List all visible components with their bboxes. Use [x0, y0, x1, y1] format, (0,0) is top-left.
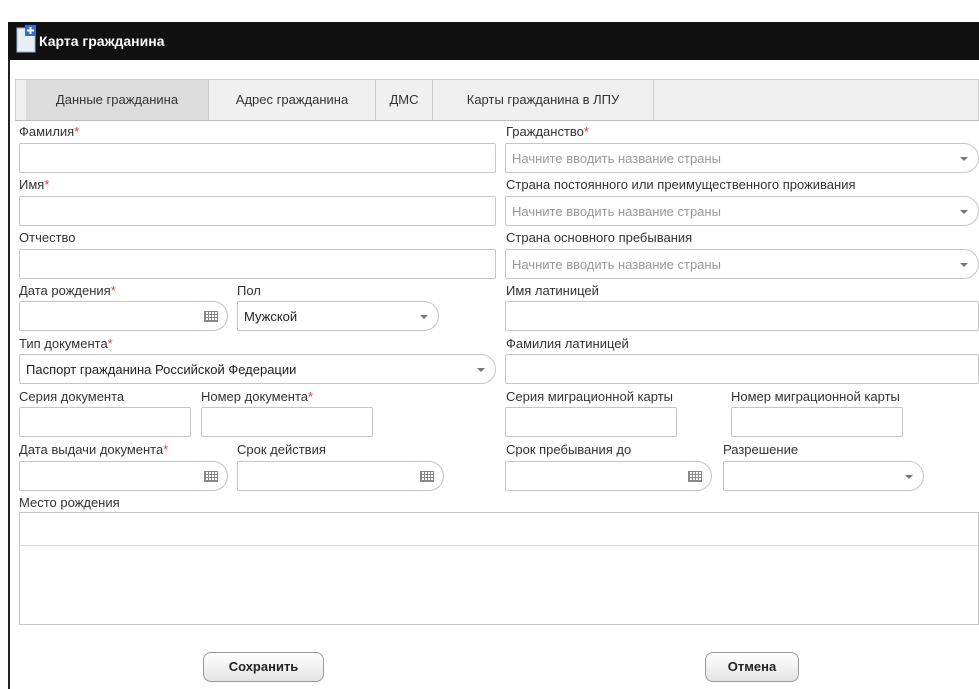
stay-until-input[interactable] — [505, 461, 683, 491]
latin-name-label: Имя латиницей — [506, 283, 599, 298]
chevron-down-icon — [960, 263, 968, 267]
latin-surname-input[interactable] — [505, 354, 979, 384]
chevron-down-icon — [477, 368, 485, 372]
permit-select[interactable] — [723, 461, 924, 491]
birth-date-input[interactable] — [19, 301, 199, 331]
doc-number-input[interactable] — [201, 407, 373, 437]
sex-select[interactable]: Мужской — [237, 301, 439, 331]
migration-number-label: Номер миграционной карты — [731, 389, 900, 404]
patronymic-input[interactable] — [19, 249, 496, 279]
tab-citizen-data[interactable]: Данные гражданина — [26, 80, 209, 120]
calendar-icon — [204, 471, 218, 482]
doc-issue-date-label: Дата выдачи документа* — [19, 442, 169, 457]
surname-input[interactable] — [19, 143, 496, 173]
stay-until-label: Срок пребывания до — [506, 442, 632, 457]
doc-series-input[interactable] — [19, 407, 191, 437]
doc-number-label: Номер документа* — [201, 389, 314, 404]
stay-country-label: Страна основного пребывания — [506, 230, 693, 245]
tab-citizen-cards[interactable]: Карты гражданина в ЛПУ — [433, 80, 654, 120]
chevron-down-icon — [905, 475, 913, 479]
latin-surname-label: Фамилия латиницей — [506, 336, 629, 351]
birth-date-calendar-button[interactable] — [198, 301, 228, 331]
calendar-icon — [204, 311, 218, 322]
tab-bar: Данные гражданина Адрес гражданина ДМС К… — [15, 79, 979, 121]
migration-series-input[interactable] — [505, 407, 677, 437]
patronymic-label: Отчество — [19, 230, 76, 245]
chevron-down-icon — [960, 157, 968, 161]
doc-issue-date-input[interactable] — [19, 461, 199, 491]
birth-date-label: Дата рождения* — [19, 283, 116, 298]
sex-label: Пол — [237, 283, 261, 298]
calendar-icon — [688, 471, 702, 482]
chevron-down-icon — [960, 210, 968, 214]
migration-series-label: Серия миграционной карты — [506, 389, 674, 404]
birth-place-label: Место рождения — [19, 495, 120, 510]
chevron-down-icon — [420, 315, 428, 319]
name-label: Имя* — [19, 177, 50, 192]
permit-label: Разрешение — [723, 442, 799, 457]
new-document-icon — [16, 25, 36, 53]
doc-type-select[interactable]: Паспорт гражданина Российской Федерации — [19, 354, 496, 384]
save-button[interactable]: Сохранить — [203, 652, 324, 682]
validity-input[interactable] — [237, 461, 415, 491]
title-bar: Карта гражданина — [8, 22, 979, 60]
surname-label: Фамилия* — [19, 124, 80, 139]
name-input[interactable] — [19, 196, 496, 226]
stay-until-calendar-button[interactable] — [682, 461, 712, 491]
residence-country-select[interactable]: Начните вводить название страны — [505, 196, 979, 226]
doc-type-label: Тип документа* — [19, 336, 113, 351]
citizenship-select[interactable]: Начните вводить название страны — [505, 143, 979, 173]
validity-label: Срок действия — [237, 442, 326, 457]
window-title: Карта гражданина — [39, 33, 165, 49]
cancel-button[interactable]: Отмена — [705, 652, 799, 682]
residence-country-label: Страна постоянного или преимущественного… — [506, 177, 856, 192]
doc-series-label: Серия документа — [19, 389, 125, 404]
birth-place-area — [19, 512, 979, 625]
doc-issue-date-calendar-button[interactable] — [198, 461, 228, 491]
validity-calendar-button[interactable] — [414, 461, 444, 491]
stay-country-select[interactable]: Начните вводить название страны — [505, 249, 979, 279]
citizenship-label: Гражданство* — [506, 124, 589, 139]
birth-place-input[interactable] — [20, 512, 978, 546]
calendar-icon — [420, 471, 434, 482]
tab-dms[interactable]: ДМС — [376, 80, 433, 120]
latin-name-input[interactable] — [505, 301, 979, 331]
citizen-card-window: Карта гражданина Данные гражданина Адрес… — [0, 0, 979, 689]
migration-number-input[interactable] — [731, 407, 903, 437]
tab-citizen-address[interactable]: Адрес гражданина — [209, 80, 376, 120]
